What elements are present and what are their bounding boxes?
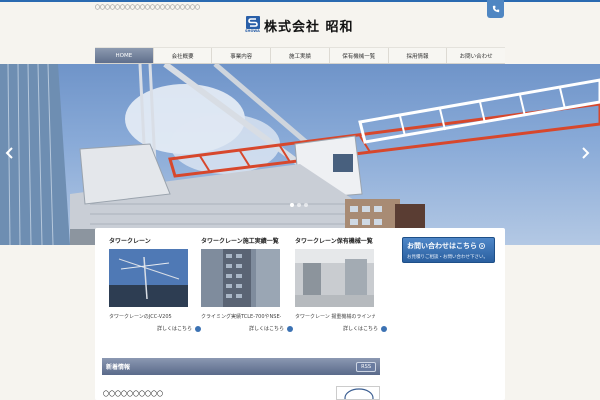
contact-subtitle: お見積りご相談・お問い合わせ下さい。	[407, 255, 488, 260]
news-item[interactable]: 〇〇〇〇〇〇〇〇〇〇	[103, 389, 163, 398]
column-image[interactable]	[201, 249, 280, 307]
feature-column: タワークレーン タワークレーンのJCC-V205	[109, 236, 189, 320]
nav-company[interactable]: 会社概要	[154, 48, 213, 63]
nav-machines[interactable]: 保有機械一覧	[330, 48, 389, 63]
feature-column: タワークレーン施工実績一覧 クライミング実績TCLE-700やNSE-800	[201, 236, 281, 320]
feature-column: タワークレーン保有機械一覧 タワークレーン 揚重機械のラインナップを	[295, 236, 375, 320]
more-link-label: 詳しくはこちら	[249, 326, 285, 332]
logo-sub-text: SHOWA	[245, 29, 260, 33]
column-title: タワークレーン施工実績一覧	[201, 238, 279, 245]
column-more-link[interactable]: 詳しくはこちら	[157, 325, 202, 332]
nav-contact[interactable]: お問い合わせ	[447, 48, 505, 63]
arrow-circle-icon	[287, 325, 294, 332]
chevron-left-icon	[5, 147, 13, 159]
more-link-label: 詳しくはこちら	[157, 326, 193, 332]
slider-prev-button[interactable]	[5, 147, 17, 163]
column-text: タワークレーンのJCC-V205	[109, 314, 172, 320]
hero-crane-image	[0, 64, 600, 245]
slider-next-button[interactable]	[582, 147, 594, 163]
column-title: タワークレーン	[109, 238, 151, 245]
column-text: タワークレーン 揚重機械のラインナップを	[295, 314, 375, 320]
slider-dot[interactable]	[290, 203, 294, 207]
nav-works[interactable]: 施工実績	[271, 48, 330, 63]
nav-recruit[interactable]: 採用情報	[389, 48, 448, 63]
column-more-link[interactable]: 詳しくはこちら	[249, 325, 294, 332]
news-header: 新着情報 RSS	[102, 358, 380, 375]
column-image[interactable]	[295, 249, 374, 307]
hero-slider[interactable]	[0, 64, 600, 245]
slider-dots	[290, 203, 308, 207]
arrow-circle-icon	[479, 243, 485, 249]
arrow-circle-icon	[195, 325, 202, 332]
news-thumbnail[interactable]	[336, 386, 380, 400]
logo-text: 株式会社 昭和	[264, 19, 354, 35]
nav-home[interactable]: HOME	[95, 48, 154, 63]
contact-banner[interactable]: お問い合わせはこちら お見積りご相談・お問い合わせ下さい。	[402, 237, 495, 263]
phone-button[interactable]	[487, 0, 504, 18]
nav-business[interactable]: 事業内容	[212, 48, 272, 63]
site-logo[interactable]: SHOWA 株式会社 昭和	[245, 15, 354, 35]
news-title: 新着情報	[106, 364, 131, 371]
slider-dot[interactable]	[304, 203, 308, 207]
column-text: クライミング実績TCLE-700やNSE-800	[201, 314, 281, 320]
chevron-right-icon	[582, 147, 590, 159]
column-title: タワークレーン保有機械一覧	[295, 238, 373, 245]
site-tagline: 〇〇〇〇〇〇〇〇〇〇〇〇〇〇〇〇〇〇〇〇〇	[95, 5, 201, 11]
arrow-circle-icon	[381, 325, 388, 332]
more-link-label: 詳しくはこちら	[343, 326, 379, 332]
contact-title-label: お問い合わせはこちら	[407, 242, 477, 250]
logo-mark-icon: SHOWA	[245, 16, 260, 34]
column-more-link[interactable]: 詳しくはこちら	[343, 325, 388, 332]
main-nav: HOME 会社概要 事業内容 施工実績 保有機械一覧 採用情報 お問い合わせ	[95, 47, 505, 64]
column-image[interactable]	[109, 249, 188, 307]
top-accent-bar	[0, 0, 600, 2]
contact-title: お問い合わせはこちら	[407, 241, 490, 251]
rss-button[interactable]: RSS	[356, 361, 376, 372]
phone-icon	[492, 5, 499, 13]
slider-dot[interactable]	[297, 203, 301, 207]
